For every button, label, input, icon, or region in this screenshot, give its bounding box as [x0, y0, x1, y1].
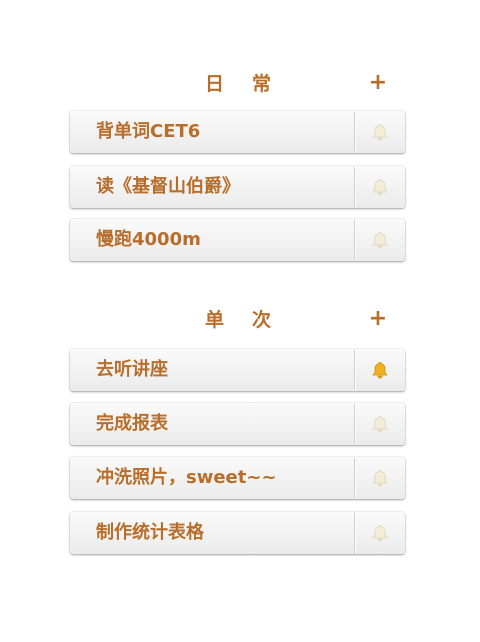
task-label: 完成报表	[96, 413, 168, 434]
task-item[interactable]: 冲洗照片，sweet~~	[70, 457, 405, 499]
section-title: 单次	[204, 309, 299, 331]
section-header-once: 单次 +	[70, 305, 406, 335]
task-item[interactable]: 慢跑4000m	[70, 219, 405, 261]
reminder-toggle[interactable]	[355, 166, 405, 208]
task-label: 慢跑4000m	[96, 229, 201, 250]
task-label: 去听讲座	[96, 359, 168, 380]
task-label: 背单词CET6	[96, 121, 201, 142]
reminder-toggle[interactable]	[355, 111, 405, 153]
task-item[interactable]: 制作统计表格	[70, 512, 405, 554]
section-header-daily: 日常 +	[70, 69, 406, 99]
reminder-toggle[interactable]	[355, 349, 405, 391]
task-item[interactable]: 去听讲座	[70, 349, 405, 391]
bell-off-icon	[372, 178, 388, 196]
task-item[interactable]: 读《基督山伯爵》	[70, 166, 405, 208]
bell-off-icon	[372, 231, 388, 249]
bell-off-icon	[372, 415, 388, 433]
bell-off-icon	[372, 123, 388, 141]
reminder-toggle[interactable]	[355, 457, 405, 499]
add-daily-task-button[interactable]: +	[366, 69, 390, 99]
bell-off-icon	[372, 524, 388, 542]
reminder-toggle[interactable]	[355, 403, 405, 445]
task-item[interactable]: 背单词CET6	[70, 111, 405, 153]
bell-off-icon	[372, 469, 388, 487]
task-label: 读《基督山伯爵》	[96, 176, 240, 197]
task-item[interactable]: 完成报表	[70, 403, 405, 445]
reminder-toggle[interactable]	[355, 219, 405, 261]
task-label: 制作统计表格	[96, 522, 204, 543]
section-title: 日常	[204, 73, 299, 95]
reminder-toggle[interactable]	[355, 512, 405, 554]
bell-on-icon	[372, 361, 388, 379]
add-once-task-button[interactable]: +	[366, 305, 390, 335]
task-label: 冲洗照片，sweet~~	[96, 467, 277, 488]
